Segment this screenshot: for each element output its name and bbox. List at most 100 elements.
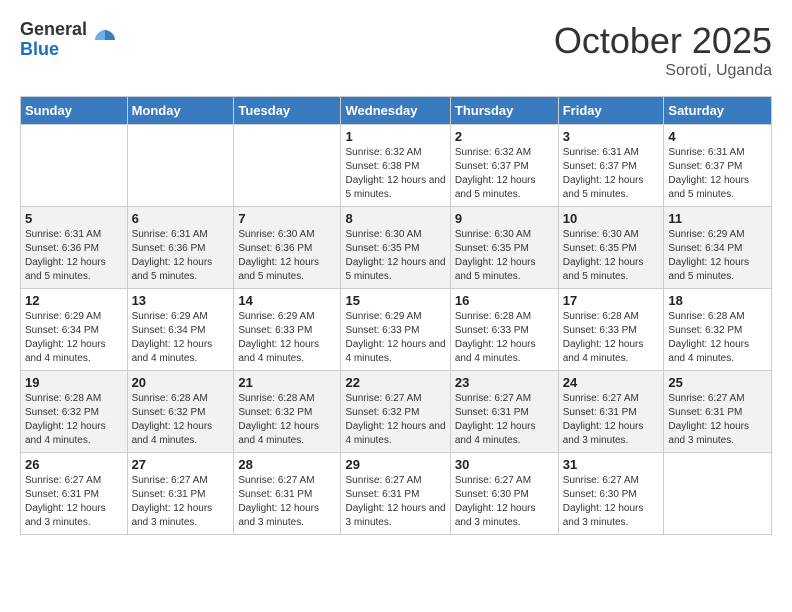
day-info: Sunrise: 6:31 AM Sunset: 6:36 PM Dayligh… bbox=[25, 228, 123, 284]
calendar-cell bbox=[664, 453, 772, 535]
calendar-cell: 25 Sunrise: 6:27 AM Sunset: 6:31 PM Dayli… bbox=[664, 371, 772, 453]
day-info: Sunrise: 6:27 AM Sunset: 6:30 PM Dayligh… bbox=[455, 474, 554, 530]
calendar-cell: 15Sunrise: 6:29 AM Sunset: 6:33 PM Dayli… bbox=[341, 289, 450, 371]
calendar-cell: 19Sunrise: 6:28 AM Sunset: 6:32 PM Dayli… bbox=[21, 371, 128, 453]
calendar-cell: 2 Sunrise: 6:32 AM Sunset: 6:37 PM Daylig… bbox=[450, 125, 558, 207]
day-header-monday: Monday bbox=[127, 97, 234, 125]
calendar-cell: 11 Sunrise: 6:29 AM Sunset: 6:34 PM Dayli… bbox=[664, 207, 772, 289]
day-info: Sunrise: 6:27 AM Sunset: 6:31 PM Dayligh… bbox=[668, 392, 767, 448]
week-row-3: 12Sunrise: 6:29 AM Sunset: 6:34 PM Dayli… bbox=[21, 289, 772, 371]
day-info: Sunrise: 6:27 AM Sunset: 6:31 PM Dayligh… bbox=[238, 474, 336, 530]
location-title: Soroti, Uganda bbox=[554, 62, 772, 80]
week-row-4: 19 Sunrise: 6:28 AM Sunset: 6:32 PM Dayli… bbox=[21, 371, 772, 453]
calendar-cell: 1 Sunrise: 6:32 AM Sunset: 6:38 PM Daylig… bbox=[341, 125, 450, 207]
calendar-cell bbox=[234, 125, 341, 207]
day-info: Sunrise: 6:27 AM Sunset: 6:31 PM Dayligh… bbox=[563, 392, 660, 448]
calendar-cell: 12Sunrise: 6:29 AM Sunset: 6:34 PM Dayli… bbox=[21, 289, 128, 371]
day-info: Sunrise: 6:27 AM Sunset: 6:32 PM Dayligh… bbox=[345, 392, 445, 448]
day-info: Sunrise: 6:32 AM Sunset: 6:38 PM Dayligh… bbox=[345, 146, 445, 202]
day-info: Sunrise: 6:30 AM Sunset: 6:36 PM Dayligh… bbox=[238, 228, 336, 284]
logo-text: General Blue bbox=[20, 20, 87, 60]
day-number: 28 bbox=[238, 457, 336, 472]
day-number: 1 bbox=[345, 129, 445, 144]
day-number: 25 bbox=[668, 375, 767, 390]
calendar-cell: 27 Sunrise: 6:27 AM Sunset: 6:31 PM Dayli… bbox=[127, 453, 234, 535]
calendar-cell: 18 Sunrise: 6:28 AM Sunset: 6:32 PM Dayli… bbox=[664, 289, 772, 371]
day-number: 2 bbox=[455, 129, 554, 144]
day-info: Sunrise: 6:30 AM Sunset: 6:35 PM Dayligh… bbox=[455, 228, 554, 284]
day-info: Sunrise: 6:31 AM Sunset: 6:37 PM Dayligh… bbox=[668, 146, 767, 202]
calendar-cell: 23 Sunrise: 6:27 AM Sunset: 6:31 PM Dayli… bbox=[450, 371, 558, 453]
calendar-cell: 7 Sunrise: 6:30 AM Sunset: 6:36 PM Daylig… bbox=[234, 207, 341, 289]
calendar-cell: 8 Sunrise: 6:30 AM Sunset: 6:35 PM Daylig… bbox=[341, 207, 450, 289]
calendar-cell: 22 Sunrise: 6:27 AM Sunset: 6:32 PM Dayli… bbox=[341, 371, 450, 453]
day-number: 9 bbox=[455, 211, 554, 226]
day-info: Sunrise: 6:27 AM Sunset: 6:31 PM Dayligh… bbox=[455, 392, 554, 448]
day-number: 29 bbox=[345, 457, 445, 472]
day-number: 8 bbox=[345, 211, 445, 226]
day-header-friday: Friday bbox=[558, 97, 664, 125]
week-row-2: 5 Sunrise: 6:31 AM Sunset: 6:36 PM Daylig… bbox=[21, 207, 772, 289]
day-number: 15 bbox=[345, 293, 445, 308]
day-number: 23 bbox=[455, 375, 554, 390]
day-number: 13 bbox=[132, 293, 230, 308]
week-row-5: 26Sunrise: 6:27 AM Sunset: 6:31 PM Dayli… bbox=[21, 453, 772, 535]
calendar-cell: 5 Sunrise: 6:31 AM Sunset: 6:36 PM Daylig… bbox=[21, 207, 128, 289]
calendar-cell: 14 Sunrise: 6:29 AM Sunset: 6:33 PM Dayli… bbox=[234, 289, 341, 371]
day-info: Sunrise: 6:27 AM Sunset: 6:30 PM Dayligh… bbox=[563, 474, 660, 530]
calendar-cell: 30Sunrise: 6:27 AM Sunset: 6:30 PM Dayli… bbox=[450, 453, 558, 535]
day-number: 5 bbox=[25, 211, 123, 226]
logo-general: General bbox=[20, 20, 87, 40]
day-info: Sunrise: 6:32 AM Sunset: 6:37 PM Dayligh… bbox=[455, 146, 554, 202]
day-number: 7 bbox=[238, 211, 336, 226]
calendar-cell: 3Sunrise: 6:31 AM Sunset: 6:37 PM Daylig… bbox=[558, 125, 664, 207]
calendar-cell: 26Sunrise: 6:27 AM Sunset: 6:31 PM Dayli… bbox=[21, 453, 128, 535]
calendar-header-row: SundayMondayTuesdayWednesdayThursdayFrid… bbox=[21, 97, 772, 125]
day-number: 20 bbox=[132, 375, 230, 390]
day-info: Sunrise: 6:27 AM Sunset: 6:31 PM Dayligh… bbox=[132, 474, 230, 530]
day-info: Sunrise: 6:30 AM Sunset: 6:35 PM Dayligh… bbox=[345, 228, 445, 284]
day-info: Sunrise: 6:27 AM Sunset: 6:31 PM Dayligh… bbox=[25, 474, 123, 530]
calendar-cell: 28 Sunrise: 6:27 AM Sunset: 6:31 PM Dayli… bbox=[234, 453, 341, 535]
day-info: Sunrise: 6:28 AM Sunset: 6:32 PM Dayligh… bbox=[668, 310, 767, 366]
day-number: 18 bbox=[668, 293, 767, 308]
day-info: Sunrise: 6:30 AM Sunset: 6:35 PM Dayligh… bbox=[563, 228, 660, 284]
day-info: Sunrise: 6:31 AM Sunset: 6:36 PM Dayligh… bbox=[132, 228, 230, 284]
day-number: 17 bbox=[563, 293, 660, 308]
calendar-cell: 10Sunrise: 6:30 AM Sunset: 6:35 PM Dayli… bbox=[558, 207, 664, 289]
logo-blue: Blue bbox=[20, 40, 87, 60]
day-header-wednesday: Wednesday bbox=[341, 97, 450, 125]
day-number: 16 bbox=[455, 293, 554, 308]
day-info: Sunrise: 6:28 AM Sunset: 6:32 PM Dayligh… bbox=[132, 392, 230, 448]
calendar-cell: 13Sunrise: 6:29 AM Sunset: 6:34 PM Dayli… bbox=[127, 289, 234, 371]
day-info: Sunrise: 6:28 AM Sunset: 6:33 PM Dayligh… bbox=[563, 310, 660, 366]
calendar-cell: 21 Sunrise: 6:28 AM Sunset: 6:32 PM Dayli… bbox=[234, 371, 341, 453]
day-number: 11 bbox=[668, 211, 767, 226]
day-number: 6 bbox=[132, 211, 230, 226]
page-header: General Blue October 2025 Soroti, Uganda bbox=[20, 20, 772, 80]
day-number: 3 bbox=[563, 129, 660, 144]
day-info: Sunrise: 6:27 AM Sunset: 6:31 PM Dayligh… bbox=[345, 474, 445, 530]
week-row-1: 1 Sunrise: 6:32 AM Sunset: 6:38 PM Daylig… bbox=[21, 125, 772, 207]
day-number: 21 bbox=[238, 375, 336, 390]
day-info: Sunrise: 6:28 AM Sunset: 6:32 PM Dayligh… bbox=[238, 392, 336, 448]
calendar-cell bbox=[127, 125, 234, 207]
day-info: Sunrise: 6:29 AM Sunset: 6:34 PM Dayligh… bbox=[668, 228, 767, 284]
day-info: Sunrise: 6:29 AM Sunset: 6:34 PM Dayligh… bbox=[25, 310, 123, 366]
day-number: 31 bbox=[563, 457, 660, 472]
day-header-saturday: Saturday bbox=[664, 97, 772, 125]
logo-icon bbox=[91, 26, 119, 54]
calendar-cell: 20 Sunrise: 6:28 AM Sunset: 6:32 PM Dayli… bbox=[127, 371, 234, 453]
day-header-sunday: Sunday bbox=[21, 97, 128, 125]
calendar-cell: 6 Sunrise: 6:31 AM Sunset: 6:36 PM Daylig… bbox=[127, 207, 234, 289]
calendar-table: SundayMondayTuesdayWednesdayThursdayFrid… bbox=[20, 96, 772, 535]
month-title: October 2025 bbox=[554, 20, 772, 62]
day-number: 27 bbox=[132, 457, 230, 472]
calendar-cell: 29 Sunrise: 6:27 AM Sunset: 6:31 PM Dayli… bbox=[341, 453, 450, 535]
day-number: 4 bbox=[668, 129, 767, 144]
day-number: 22 bbox=[345, 375, 445, 390]
day-number: 19 bbox=[25, 375, 123, 390]
day-info: Sunrise: 6:29 AM Sunset: 6:33 PM Dayligh… bbox=[238, 310, 336, 366]
day-number: 14 bbox=[238, 293, 336, 308]
calendar-cell: 17 Sunrise: 6:28 AM Sunset: 6:33 PM Dayli… bbox=[558, 289, 664, 371]
